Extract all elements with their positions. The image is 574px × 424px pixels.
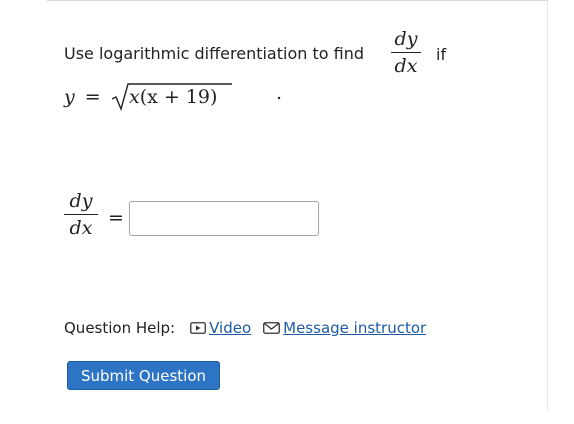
message-instructor-label: Message instructor [283, 319, 427, 337]
radicand-var: x [129, 86, 140, 108]
answer-fraction-bar [64, 214, 98, 215]
envelope-icon [263, 322, 281, 334]
video-link-label: Video [209, 319, 252, 337]
video-icon [190, 322, 207, 334]
equation-period: . [276, 82, 283, 104]
question-prompt: Use logarithmic differentiation to find [64, 44, 364, 63]
fraction-numerator: dy [394, 28, 418, 50]
answer-fraction-denominator: dx [69, 217, 93, 239]
question-help-row: Question Help: Video Message instructor [64, 319, 438, 337]
if-word: if [436, 45, 447, 64]
video-link[interactable]: Video [190, 319, 251, 337]
answer-derivative-fraction: dy dx [64, 192, 98, 238]
answer-equals: = [108, 207, 124, 229]
fraction-bar [391, 52, 421, 53]
question-help-label: Question Help: [64, 319, 176, 337]
square-root: x(x + 19) . [112, 82, 282, 112]
message-instructor-link[interactable]: Message instructor [263, 319, 426, 337]
submit-question-button[interactable]: Submit Question [67, 361, 220, 390]
radicand-rest: (x + 19) [139, 86, 218, 108]
equation-equals: = [84, 86, 101, 108]
function-equation: y = x(x + 19) . [64, 82, 282, 116]
answer-fraction-numerator: dy [69, 190, 93, 212]
derivative-fraction: dy dx [391, 30, 421, 76]
answer-input[interactable] [129, 201, 319, 236]
equation-lhs: y [64, 86, 75, 108]
fraction-denominator: dx [394, 55, 418, 77]
radicand: x(x + 19) [129, 86, 217, 108]
